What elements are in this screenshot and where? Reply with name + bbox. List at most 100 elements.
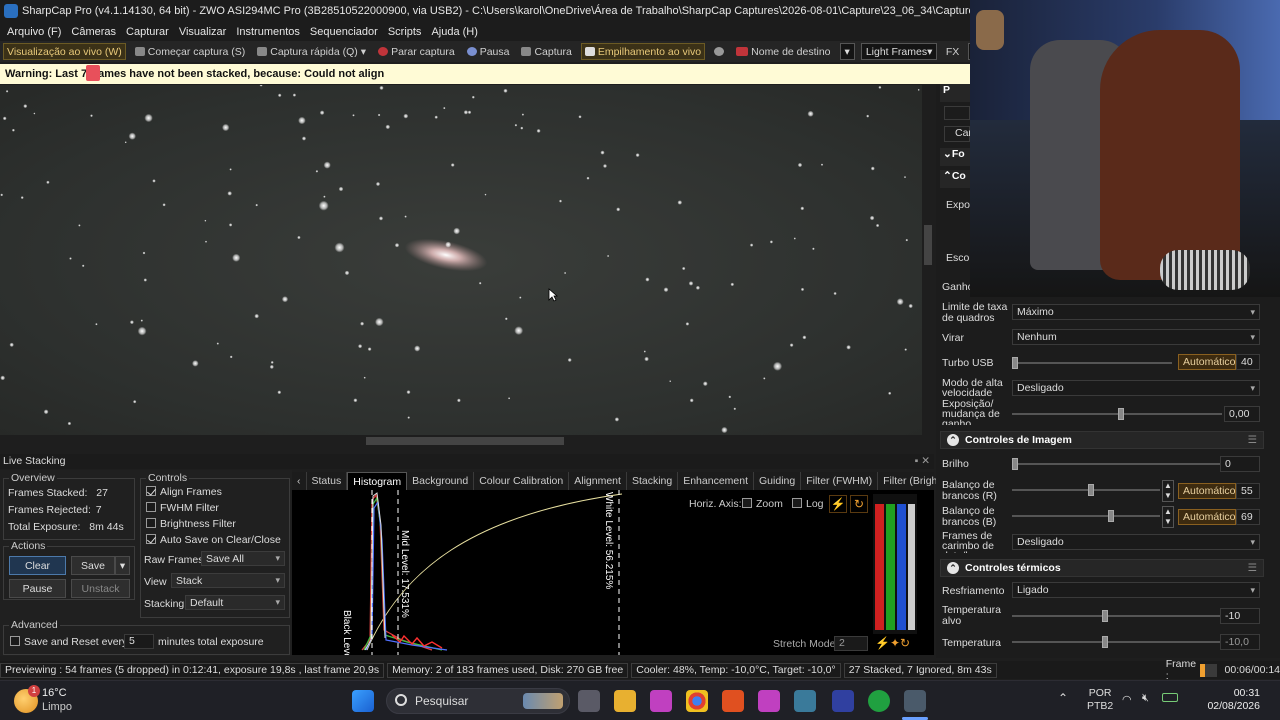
tab-colour-calibration[interactable]: Colour Calibration [474,472,570,490]
stacking-select[interactable]: Default [185,595,285,610]
rgb-level-sliders[interactable] [873,494,917,634]
checkbox-icon[interactable] [792,498,802,508]
exposure-change-slider[interactable] [1012,408,1222,420]
green-slider[interactable] [886,504,895,630]
capture-button[interactable]: Captura [518,43,574,60]
app-icon[interactable] [794,690,816,712]
cut-select[interactable] [944,106,970,120]
flip-select[interactable]: Nenhum [1012,329,1260,345]
wb-red-slider[interactable] [1012,484,1160,496]
section-header-fo[interactable]: ⌄Fo [940,148,970,166]
wb-red-value[interactable]: 55 [1236,483,1260,499]
raw-frames-select[interactable]: Save All [201,551,285,566]
weather-temp[interactable]: 16°C [42,687,67,699]
menu-help[interactable]: Ajuda (H) [426,26,482,38]
fwhm-filter-checkbox[interactable]: FWHM Filter [146,502,219,514]
checkbox-icon[interactable] [742,498,752,508]
tab-stacking[interactable]: Stacking [627,472,679,490]
taskbar-search[interactable]: Pesquisar [386,688,570,714]
pause-stack-button[interactable]: Pause [9,579,66,598]
histogram-tools-icons[interactable]: ⚡✦↻ [875,636,910,650]
checkbox-icon[interactable] [10,636,20,646]
windows-start-icon[interactable] [352,690,374,712]
onenote-icon-2[interactable] [758,690,780,712]
image-controls-header[interactable]: ⌃ Controles de Imagem ☰ [940,431,1264,449]
live-stack-button[interactable]: Empilhamento ao vivo [580,43,706,60]
menu-view[interactable]: Visualizar [174,26,232,38]
stop-capture-button[interactable]: Parar captura [375,43,458,60]
slider-knob[interactable] [1108,510,1114,522]
reset-stretch-icon[interactable]: ↻ [850,495,868,513]
turbo-usb-slider[interactable] [1012,357,1172,369]
chrome-icon[interactable] [686,690,708,712]
tab-guiding[interactable]: Guiding [754,472,802,490]
checkbox-icon[interactable] [146,518,156,528]
auto-stretch-lightning-icon[interactable]: ⚡ [829,495,847,513]
target-temp-value[interactable]: -10 [1220,608,1260,624]
section-header-p[interactable]: P [940,84,970,102]
quick-capture-button[interactable]: Captura rápida (Q) ▾ [254,43,369,60]
tab-background[interactable]: Background [407,472,475,490]
battery-icon[interactable] [1162,693,1178,702]
menu-capture[interactable]: Capturar [121,26,174,38]
language-indicator[interactable]: POR PTB2 [1087,687,1113,713]
high-speed-select[interactable]: Desligado [1012,380,1260,396]
target-temp-slider[interactable] [1012,610,1222,622]
weather-desc[interactable]: Limpo [42,701,72,713]
tab-histogram[interactable]: Histogram [347,472,408,490]
frame-rate-select[interactable]: Máximo [1012,304,1260,320]
checkbox-checked-icon[interactable] [146,534,156,544]
log-checkbox[interactable]: Log [792,498,824,510]
wb-red-stepper[interactable]: ▲ ▼ [1162,480,1174,502]
hamburger-menu-icon[interactable]: ☰ [1248,562,1257,574]
brave-icon[interactable] [722,690,744,712]
viewer-vertical-scrollbar[interactable] [922,85,934,435]
scroll-thumb[interactable] [366,437,564,445]
align-frames-checkbox[interactable]: Align Frames [146,486,222,498]
live-view-button[interactable]: Visualização ao vivo (W) [3,43,126,60]
wb-blue-slider[interactable] [1012,510,1160,522]
hamburger-menu-icon[interactable]: ☰ [1248,434,1257,446]
tab-status[interactable]: Status [307,472,348,490]
slider-knob[interactable] [1118,408,1124,420]
task-view-icon[interactable] [578,690,600,712]
menu-cameras[interactable]: Câmeras [66,26,121,38]
save-options-chevron-icon[interactable]: ▾ [115,556,130,575]
slider-knob[interactable] [1102,610,1108,622]
checkbox-checked-icon[interactable] [146,486,156,496]
cooling-select[interactable]: Ligado [1012,582,1260,598]
frame-type-select[interactable]: Light Frames ▾ [860,43,937,60]
menu-file[interactable]: Arquivo (F) [2,26,66,38]
wb-blue-value[interactable]: 69 [1236,509,1260,525]
fx-button[interactable]: FX [943,43,962,60]
menu-scripts[interactable]: Scripts [383,26,427,38]
viewer-horizontal-scrollbar[interactable] [0,435,922,447]
clear-button[interactable]: Clear [9,556,66,575]
unstack-button[interactable]: Unstack [71,579,130,598]
scroll-thumb[interactable] [924,225,932,265]
turbo-usb-auto-button[interactable]: Automático [1178,354,1236,370]
wb-blue-auto-button[interactable]: Automático [1178,509,1236,525]
minutes-input[interactable]: 5 [124,634,154,649]
target-name-input[interactable]: ▾ [839,43,855,60]
pause-button[interactable]: Pausa [464,43,513,60]
chevron-down-icon[interactable]: ▾ [361,46,366,58]
file-explorer-icon[interactable] [614,690,636,712]
volume-muted-icon[interactable]: 🔇︎ [1142,692,1149,705]
image-viewer[interactable] [0,85,922,435]
menu-sequencer[interactable]: Sequenciador [305,26,383,38]
brightness-slider[interactable] [1012,458,1222,470]
histogram-panel[interactable]: Black Level: 13.235% Mid Level: 17.531% … [292,490,934,655]
menu-tools[interactable]: Instrumentos [231,26,305,38]
auto-save-checkbox[interactable]: Auto Save on Clear/Close [146,534,281,546]
cut-button[interactable]: Car [944,126,972,142]
brightness-filter-checkbox[interactable]: Brightness Filter [146,518,236,530]
save-button[interactable]: Save [71,556,115,575]
save-reset-checkbox[interactable]: Save and Reset every [10,636,127,648]
timestamp-frames-select[interactable]: Desligado [1012,534,1260,550]
wb-blue-stepper[interactable]: ▲ ▼ [1162,506,1174,528]
red-slider[interactable] [875,504,884,630]
phd2-icon[interactable] [868,690,890,712]
turbo-usb-value[interactable]: 40 [1236,354,1260,370]
wifi-icon[interactable]: ◠ [1122,693,1132,706]
